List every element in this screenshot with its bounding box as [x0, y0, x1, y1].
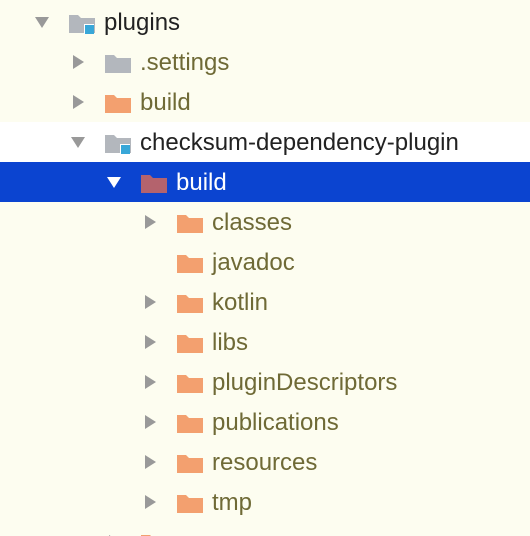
orange-folder-icon: [140, 532, 168, 536]
orange-folder-icon: [176, 492, 204, 514]
tree-row-libs[interactable]: libs: [0, 322, 530, 362]
expand-arrow-right-icon[interactable]: [142, 414, 158, 430]
expand-arrow-right-icon[interactable]: [142, 214, 158, 230]
tree-item-label: publications: [212, 409, 339, 436]
module-folder-icon: [68, 12, 96, 34]
tree-row-classes[interactable]: classes: [0, 202, 530, 242]
tree-item-label: javadoc: [212, 249, 295, 276]
tree-row-checksum-dependency-plugin[interactable]: checksum-dependency-plugin: [0, 122, 530, 162]
expand-arrow-right-icon[interactable]: [70, 54, 86, 70]
expand-arrow-down-icon[interactable]: [106, 174, 122, 190]
orange-folder-icon: [104, 92, 132, 114]
expand-arrow-down-icon[interactable]: [34, 14, 50, 30]
expand-arrow-right-icon[interactable]: [142, 294, 158, 310]
tree-row-kotlin[interactable]: kotlin: [0, 282, 530, 322]
orange-folder-icon: [176, 372, 204, 394]
orange-folder-icon: [176, 252, 204, 274]
tree-item-label: classes: [212, 209, 293, 236]
orange-folder-icon: [176, 452, 204, 474]
tree-item-label: plugins: [104, 9, 181, 36]
tree-item-label: build: [176, 169, 227, 196]
orange-folder-icon: [176, 332, 204, 354]
tree-item-label: pluginDescriptors: [212, 369, 398, 396]
gray-folder-icon: [104, 52, 132, 74]
tree-row-plugins[interactable]: plugins: [0, 2, 530, 42]
tree-item-label: tmp: [212, 489, 253, 516]
expand-arrow-right-icon[interactable]: [142, 334, 158, 350]
tree-row-tmp[interactable]: tmp: [0, 482, 530, 522]
tree-item-label: libs: [212, 329, 249, 356]
tree-row-javadoc[interactable]: javadoc: [0, 242, 530, 282]
orange-folder-icon: [176, 212, 204, 234]
tree-row-build-2[interactable]: build: [0, 82, 530, 122]
tree-item-label: resources: [212, 449, 318, 476]
expand-arrow-right-icon[interactable]: [142, 494, 158, 510]
excluded-folder-icon: [140, 172, 168, 194]
tree-row-resources[interactable]: resources: [0, 442, 530, 482]
expand-arrow-down-icon[interactable]: [70, 134, 86, 150]
tree-row-item[interactable]: [0, 522, 530, 536]
tree-row-build-4[interactable]: build: [0, 162, 530, 202]
orange-folder-icon: [176, 412, 204, 434]
expand-arrow-right-icon[interactable]: [142, 374, 158, 390]
expand-arrow-right-icon[interactable]: [70, 94, 86, 110]
tree-item-label: build: [140, 89, 191, 116]
project-tree: plugins .settings build checksum-dependency…: [0, 0, 530, 536]
expand-arrow-right-icon[interactable]: [142, 454, 158, 470]
tree-item-label: .settings: [140, 49, 230, 76]
tree-row-plugindescriptors[interactable]: pluginDescriptors: [0, 362, 530, 402]
tree-item-label: checksum-dependency-plugin: [140, 129, 459, 156]
tree-item-label: kotlin: [212, 289, 269, 316]
orange-folder-icon: [176, 292, 204, 314]
tree-row-settings[interactable]: .settings: [0, 42, 530, 82]
module-folder-icon: [104, 132, 132, 154]
tree-row-publications[interactable]: publications: [0, 402, 530, 442]
